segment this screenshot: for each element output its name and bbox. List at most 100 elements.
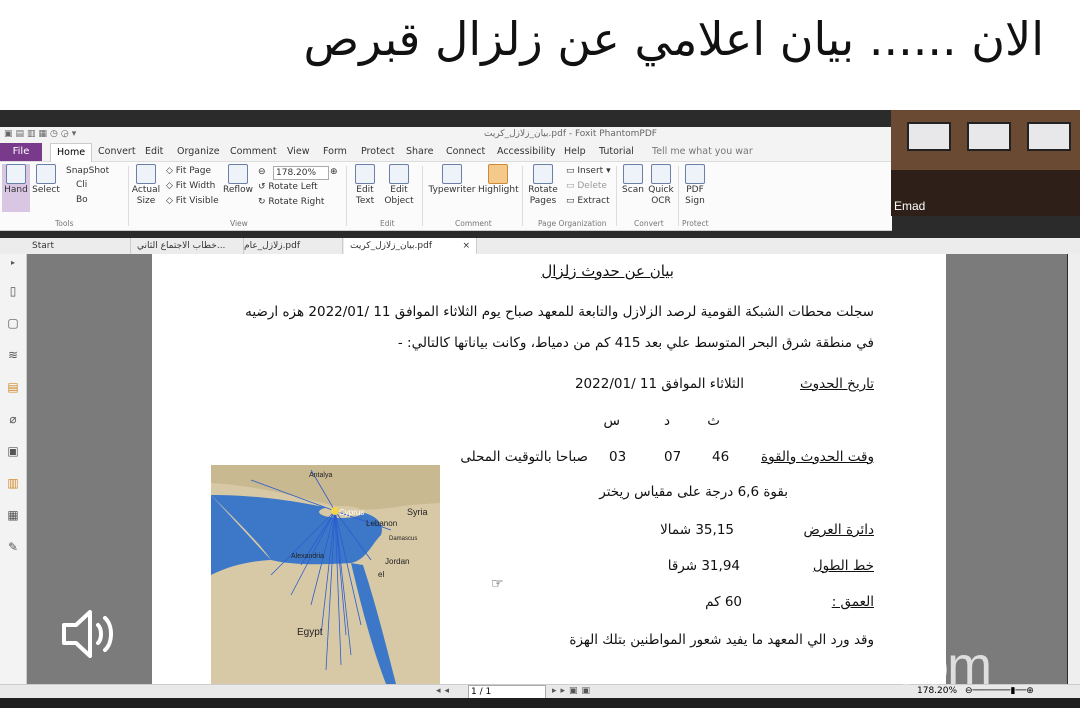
menu-share[interactable]: Share	[406, 146, 433, 157]
comments-icon[interactable]: ▤	[6, 380, 20, 394]
highlight-button[interactable]: Highlight	[478, 164, 519, 196]
separator	[616, 166, 617, 226]
close-tab-icon[interactable]: ×	[462, 238, 470, 254]
navigation-sidebar: ▸ ▯ ▢ ≋ ▤ ⌀ ▣ ▥ ▦ ✎	[0, 254, 27, 684]
participant-video: Emad	[891, 110, 1080, 216]
menu-file[interactable]: File	[0, 143, 42, 161]
pages-icon[interactable]: ▢	[6, 316, 20, 330]
expand-icon[interactable]: ▸	[6, 256, 20, 270]
reflow-button[interactable]: Reflow	[222, 164, 254, 196]
map-label-alexandria: Alexandria	[291, 553, 324, 560]
fit-visible-button[interactable]: ◇ Fit Visible	[166, 196, 219, 206]
zoom-out-icon[interactable]: ⊖	[258, 167, 266, 177]
menu-comment[interactable]: Comment	[230, 146, 277, 157]
separator	[678, 166, 679, 226]
fit-width-button[interactable]: ◇ Fit Width	[166, 181, 215, 191]
page-nav-first-icon[interactable]: ◂◂	[436, 686, 453, 696]
menu-connect[interactable]: Connect	[446, 146, 485, 157]
tab-document-3[interactable]: زلازل_عام.pdf	[238, 238, 343, 254]
time-seconds: 46	[712, 449, 730, 465]
reflow-icon	[228, 164, 248, 184]
video-screen-left	[907, 122, 951, 151]
menu-edit[interactable]: Edit	[145, 146, 163, 157]
menu-home[interactable]: Home	[50, 143, 93, 162]
hand-tool-button[interactable]: Hand	[2, 164, 30, 212]
separator	[422, 166, 423, 226]
time-minutes: 07	[664, 449, 682, 465]
attachment-icon[interactable]: ⌀	[6, 412, 20, 426]
longitude-label: خط الطول	[812, 558, 874, 574]
fit-page-button[interactable]: ◇ Fit Page	[166, 166, 211, 176]
tell-me-search[interactable]: Tell me what you war	[652, 146, 753, 157]
seconds-header: ث	[707, 413, 720, 429]
menu-accessibility[interactable]: Accessibility	[497, 146, 555, 157]
tab-start[interactable]: Start	[26, 238, 131, 254]
document-tabs: Start خطاب الاجتماع الثاني... زلازل_عام.…	[0, 238, 1080, 254]
participant-name: Emad	[894, 199, 926, 213]
rotate-right-button[interactable]: ↻ Rotate Right	[258, 197, 324, 207]
actual-size-button[interactable]: Actual Size	[131, 164, 161, 207]
time-hours: 03	[609, 449, 627, 465]
slide-banner: الان ...... بيان اعلامي عن زلزال قبرص	[0, 0, 1080, 110]
separator	[346, 166, 347, 226]
zoom-in-icon[interactable]: ⊕	[330, 167, 338, 177]
quick-access-icons[interactable]: ▣▤▥▦◷◶▾	[4, 129, 79, 139]
depth-value: 60 كم	[705, 594, 742, 610]
menu-form[interactable]: Form	[323, 146, 347, 157]
typewriter-icon	[442, 164, 462, 184]
rotate-pages-button[interactable]: Rotate Pages	[526, 164, 560, 207]
speaker-icon[interactable]	[58, 603, 120, 665]
group-edit-label: Edit	[380, 219, 395, 228]
layers-icon[interactable]: ≋	[6, 348, 20, 362]
ribbon-toolbar: Hand Select SnapShot Cli Bo Tools Actual…	[0, 162, 892, 231]
tools-icon[interactable]: ✎	[6, 540, 20, 554]
tab-document-2[interactable]: خطاب الاجتماع الثاني...	[131, 238, 244, 254]
bookmarks-icon[interactable]: ▯	[6, 284, 20, 298]
menu-view[interactable]: View	[287, 146, 310, 157]
select-tool-button[interactable]: Select	[32, 164, 60, 196]
zoom-select[interactable]: 178.20%	[273, 166, 329, 180]
doc-paragraph-1: سجلت محطات الشبكة القومية لرصد الزلازل و…	[245, 304, 874, 320]
edit-object-button[interactable]: Edit Object	[380, 164, 418, 207]
signature-icon[interactable]: ▣	[6, 444, 20, 458]
insert-button[interactable]: ▭ Insert ▾	[566, 166, 611, 176]
menu-tutorial[interactable]: Tutorial	[599, 146, 634, 157]
quick-ocr-button[interactable]: Quick OCR	[646, 164, 676, 207]
menu-convert[interactable]: Convert	[98, 146, 136, 157]
group-tools-label: Tools	[55, 219, 74, 228]
edit-text-button[interactable]: Edit Text	[350, 164, 380, 207]
tab-document-active[interactable]: بيان_زلازل_كريت.pdf ×	[344, 238, 477, 254]
pdf-page: بيان عن حدوث زلزال سجلت محطات الشبكة الق…	[152, 254, 946, 684]
latitude-value: 35,15 شمالا	[660, 522, 734, 538]
time-note: صباحا بالتوقيت المحلى	[460, 449, 588, 465]
rotate-left-button[interactable]: ↺ Rotate Left	[258, 182, 318, 192]
content-icon[interactable]: ▦	[6, 508, 20, 522]
group-protect-label: Protect	[682, 219, 709, 228]
scan-button[interactable]: Scan	[620, 164, 646, 196]
page-number-field[interactable]: 1 / 1	[468, 685, 546, 699]
epicenter-map: Cyprus Syria Lebanon Jordan Egypt Antaly…	[211, 465, 440, 684]
vertical-scrollbar[interactable]	[1068, 254, 1080, 684]
clipboard-button[interactable]: Cli	[76, 180, 87, 190]
page-nav-last-icon[interactable]: ▸▸▣▣	[552, 686, 594, 696]
lock-icon[interactable]: ▥	[6, 476, 20, 490]
map-label-israel: el	[378, 570, 384, 579]
bookmark-button[interactable]: Bo	[76, 195, 88, 205]
edit-object-icon	[389, 164, 409, 184]
menu-protect[interactable]: Protect	[361, 146, 395, 157]
banner-title: الان ...... بيان اعلامي عن زلزال قبرص	[303, 12, 1044, 66]
typewriter-button[interactable]: Typewriter	[426, 164, 478, 196]
map-graphic: Cyprus Syria Lebanon Jordan Egypt Antaly…	[211, 465, 440, 684]
snapshot-button[interactable]: SnapShot	[66, 166, 109, 176]
hours-header: س	[603, 413, 620, 429]
delete-button[interactable]: ▭ Delete	[566, 181, 607, 191]
extract-button[interactable]: ▭ Extract	[566, 196, 610, 206]
menu-help[interactable]: Help	[564, 146, 586, 157]
menu-organize[interactable]: Organize	[177, 146, 220, 157]
zoom-watermark: zoom	[866, 636, 992, 696]
group-view-label: View	[230, 219, 248, 228]
video-screen-mid	[967, 122, 1011, 151]
pdf-sign-button[interactable]: PDF Sign	[682, 164, 708, 207]
closing-text: وقد ورد الي المعهد ما يفيد شعور المواطني…	[569, 632, 874, 648]
group-page-org-label: Page Organization	[538, 219, 607, 228]
